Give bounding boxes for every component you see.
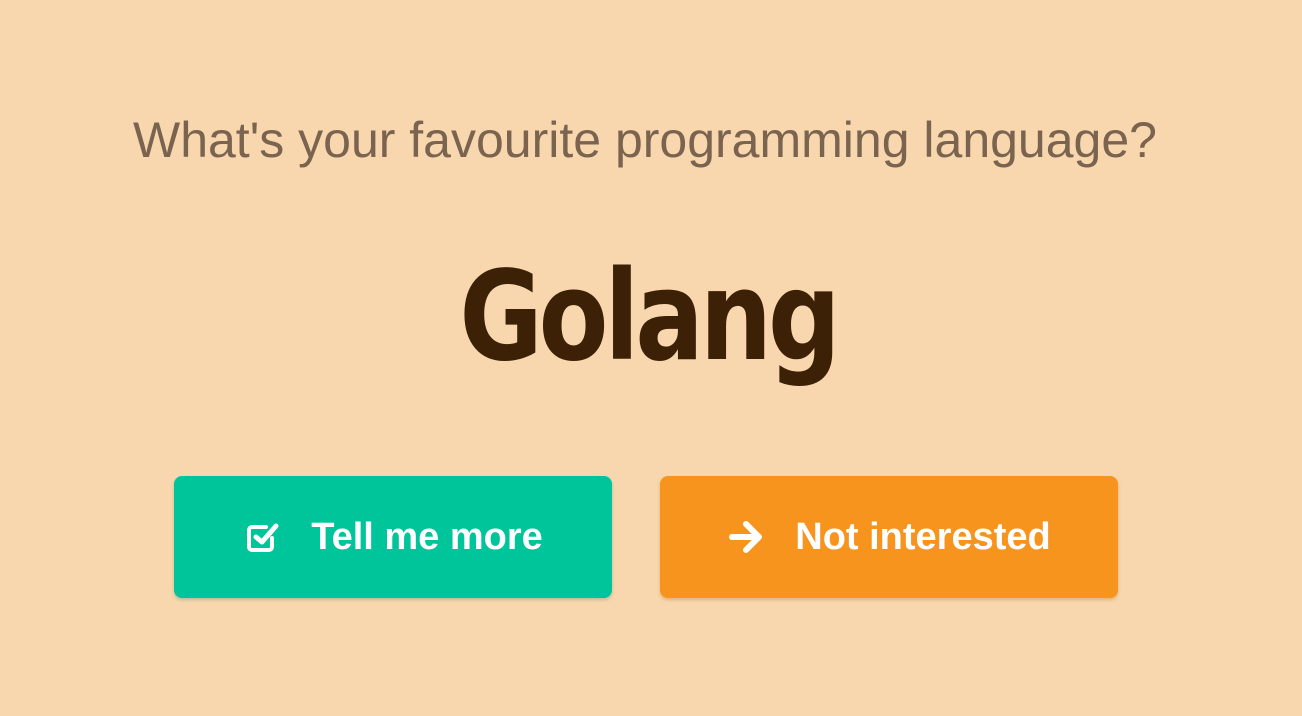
arrow-right-icon — [727, 518, 765, 556]
check-square-icon — [243, 518, 281, 556]
not-interested-button[interactable]: Not interested — [660, 476, 1118, 598]
tell-me-more-label: Tell me more — [311, 515, 543, 558]
not-interested-label: Not interested — [795, 515, 1051, 558]
language-name: Golang — [459, 245, 840, 389]
question-text: What's your favourite programming langua… — [133, 112, 1157, 168]
tell-me-more-button[interactable]: Tell me more — [174, 476, 612, 598]
